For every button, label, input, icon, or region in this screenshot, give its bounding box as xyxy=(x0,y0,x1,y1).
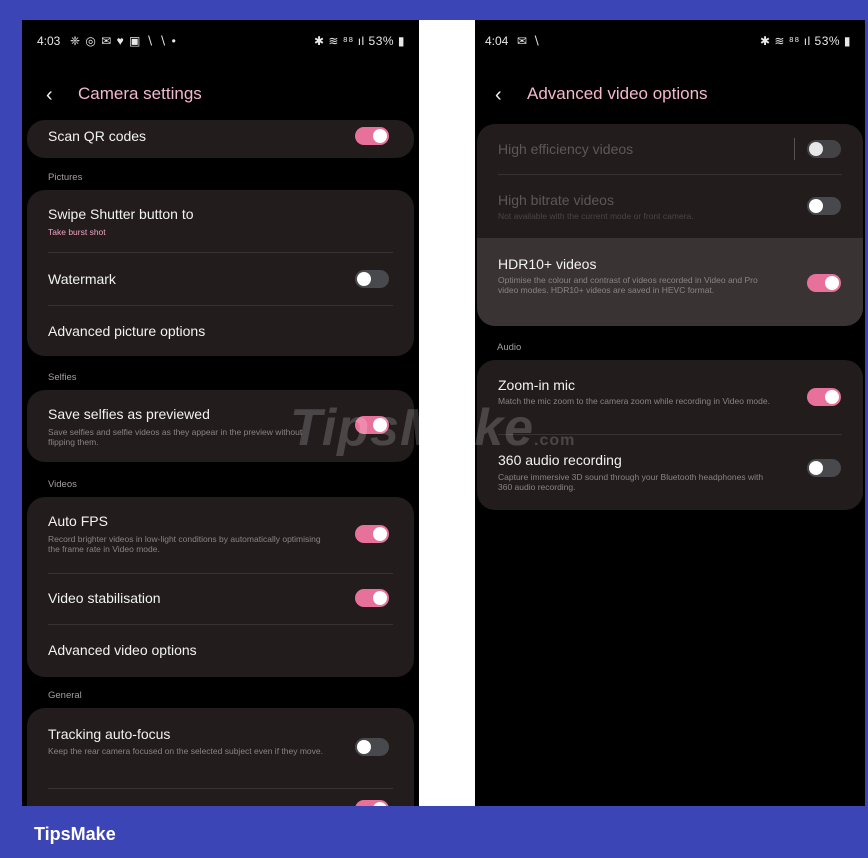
partial-row-toggle[interactable] xyxy=(355,800,389,806)
auto-fps-label: Auto FPS xyxy=(48,513,108,529)
zoom-in-mic-label: Zoom-in mic xyxy=(498,377,576,393)
advanced-picture-options-label: Advanced picture options xyxy=(48,323,206,339)
swipe-shutter-label: Swipe Shutter button to xyxy=(48,206,194,222)
hdr10-row[interactable]: HDR10+ videos Optimise the colour and co… xyxy=(477,238,863,326)
auto-fps-row[interactable]: Auto FPS Record brighter videos in low-l… xyxy=(27,497,414,573)
advanced-picture-options-row[interactable]: Advanced picture options xyxy=(27,306,414,356)
page-title: Camera settings xyxy=(78,84,202,103)
status-time: 4:03 xyxy=(37,34,61,48)
section-audio: Audio xyxy=(497,342,522,353)
watermark-row[interactable]: Watermark xyxy=(27,253,414,305)
app-bar: ‹ Advanced video options xyxy=(475,82,865,108)
videos-card: Auto FPS Record brighter videos in low-l… xyxy=(27,497,414,677)
notification-icons: ✉ ∖ xyxy=(517,34,542,48)
video-stabilisation-row[interactable]: Video stabilisation xyxy=(27,574,414,624)
save-selfies-description: Save selfies and selfie videos as they a… xyxy=(48,427,303,447)
video-options-card: High efficiency videos High bitrate vide… xyxy=(477,124,863,326)
tracking-af-description: Keep the rear camera focused on the sele… xyxy=(48,746,323,756)
high-bitrate-toggle[interactable] xyxy=(807,197,841,215)
hdr10-description: Optimise the colour and contrast of vide… xyxy=(498,275,758,295)
status-bar: 4:03 ❈ ◎ ✉ ♥ ▣ ∖ ∖ • ✱ ≋ ⁸⁸ ıl 53% ▮ xyxy=(22,34,419,50)
audio-360-description: Capture immersive 3D sound through your … xyxy=(498,472,764,492)
section-videos: Videos xyxy=(48,479,77,490)
high-bitrate-row[interactable]: High bitrate videos Not available with t… xyxy=(477,175,863,237)
scan-qr-label: Scan QR codes xyxy=(48,128,147,144)
status-time: 4:04 xyxy=(485,34,509,48)
scan-qr-row[interactable]: Scan QR codes xyxy=(27,124,414,154)
scan-qr-card: Scan QR codes xyxy=(27,120,414,158)
system-status-icons: ✱ ≋ ⁸⁸ ıl 53% ▮ xyxy=(759,34,851,48)
video-stabilisation-label: Video stabilisation xyxy=(48,590,161,606)
high-efficiency-label: High efficiency videos xyxy=(498,141,634,157)
system-status-icons: ✱ ≋ ⁸⁸ ıl 53% ▮ xyxy=(313,34,405,48)
tracking-af-label: Tracking auto-focus xyxy=(48,726,171,742)
hdr10-toggle[interactable] xyxy=(807,274,841,292)
save-selfies-label: Save selfies as previewed xyxy=(48,406,210,422)
auto-fps-toggle[interactable] xyxy=(355,525,389,543)
notification-icons: ❈ ◎ ✉ ♥ ▣ ∖ ∖ • xyxy=(70,34,177,48)
swipe-shutter-row[interactable]: Swipe Shutter button to Take burst shot xyxy=(27,190,414,252)
video-stabilisation-toggle[interactable] xyxy=(355,589,389,607)
watermark-toggle[interactable] xyxy=(355,270,389,288)
status-bar: 4:04 ✉ ∖ ✱ ≋ ⁸⁸ ıl 53% ▮ xyxy=(475,34,865,50)
scan-qr-toggle[interactable] xyxy=(355,127,389,145)
app-bar: ‹ Camera settings xyxy=(22,82,419,108)
watermark-label: Watermark xyxy=(48,271,116,287)
pictures-card: Swipe Shutter button to Take burst shot … xyxy=(27,190,414,356)
tipsmake-watermark-logo: TipsMake.com xyxy=(290,399,576,457)
toggle-separator xyxy=(794,138,795,160)
audio-360-toggle[interactable] xyxy=(807,459,841,477)
advanced-video-options-row[interactable]: Advanced video options xyxy=(27,625,414,677)
auto-fps-description: Record brighter videos in low-light cond… xyxy=(48,534,321,554)
back-arrow-icon[interactable]: ‹ xyxy=(46,82,66,108)
section-pictures: Pictures xyxy=(48,172,83,183)
high-efficiency-toggle[interactable] xyxy=(807,140,841,158)
tracking-af-row[interactable]: Tracking auto-focus Keep the rear camera… xyxy=(27,708,414,784)
divider xyxy=(48,788,393,789)
advanced-video-options-label: Advanced video options xyxy=(48,642,197,658)
general-card: Tracking auto-focus Keep the rear camera… xyxy=(27,708,414,806)
tracking-af-toggle[interactable] xyxy=(355,738,389,756)
zoom-in-mic-toggle[interactable] xyxy=(807,388,841,406)
brand-caption: TipsMake xyxy=(34,824,116,844)
back-arrow-icon[interactable]: ‹ xyxy=(495,82,515,108)
section-selfies: Selfies xyxy=(48,372,77,383)
swipe-shutter-value: Take burst shot xyxy=(48,227,106,237)
high-efficiency-row[interactable]: High efficiency videos xyxy=(477,124,863,174)
section-general: General xyxy=(48,690,82,701)
hdr10-label: HDR10+ videos xyxy=(498,256,597,272)
high-bitrate-label: High bitrate videos xyxy=(498,192,614,208)
high-bitrate-description: Not available with the current mode or f… xyxy=(498,211,694,221)
page-title: Advanced video options xyxy=(527,84,708,103)
